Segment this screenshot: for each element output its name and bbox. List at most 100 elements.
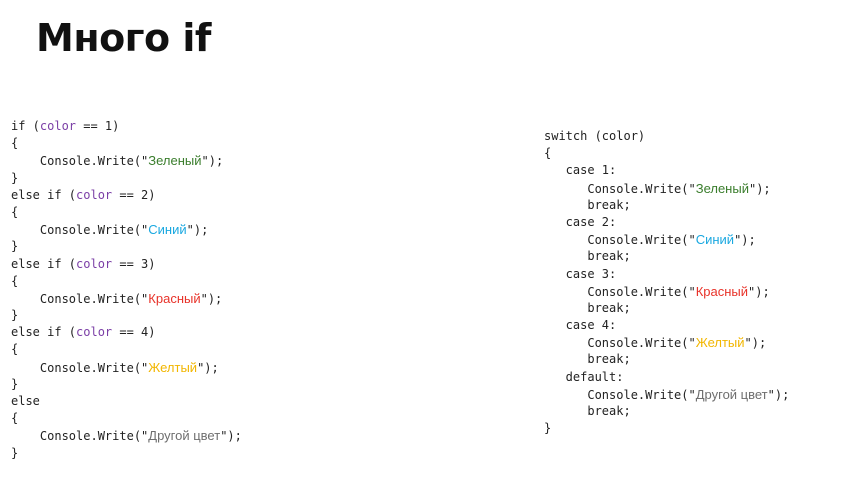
code-token: ");: [767, 387, 790, 402]
code-token: ");: [186, 223, 209, 238]
code-line: default:: [544, 369, 789, 386]
code-token: }: [11, 376, 19, 391]
code-token: else if (: [11, 325, 77, 340]
code-token: Console.Write(": [11, 291, 149, 306]
code-variable: color: [39, 119, 77, 133]
code-token: else if (: [11, 187, 77, 202]
string-literal: Желтый: [148, 359, 198, 375]
code-token: break;: [544, 404, 631, 418]
string-literal: Зеленый: [695, 180, 749, 196]
code-line: Console.Write("Другой цвет");: [544, 386, 789, 403]
code-variable: color: [76, 187, 113, 202]
code-line: Console.Write("Зеленый");: [11, 152, 242, 169]
code-line: Console.Write("Желтый");: [544, 334, 789, 351]
code-token: ");: [734, 233, 756, 248]
code-line: }: [11, 376, 242, 393]
code-line: case 2:: [544, 214, 789, 231]
code-line: {: [11, 204, 242, 221]
code-token: {: [11, 411, 19, 426]
slide-title: Много if: [36, 16, 211, 60]
code-line: {: [11, 410, 242, 427]
code-line: break;: [544, 300, 789, 317]
code-token: else: [11, 394, 40, 408]
string-literal: Другой цвет: [695, 386, 768, 402]
code-line: if (color == 1): [11, 118, 242, 135]
code-line: else if (color == 2): [11, 187, 242, 204]
code-line: break;: [544, 403, 789, 420]
code-line: case 1:: [544, 162, 789, 179]
code-token: break;: [544, 249, 631, 264]
code-line: }: [11, 307, 242, 324]
code-line: switch (color): [544, 128, 789, 145]
code-variable: color: [76, 256, 113, 271]
code-line: {: [544, 145, 789, 162]
code-token: {: [544, 146, 552, 161]
code-token: == 3): [112, 256, 156, 271]
code-line: }: [11, 238, 242, 255]
code-token: == 1): [76, 119, 120, 133]
code-token: case 3:: [544, 266, 617, 281]
code-line: {: [11, 135, 242, 152]
code-token: }: [544, 421, 552, 436]
code-line: }: [11, 170, 242, 187]
code-token: case 1:: [544, 163, 617, 178]
code-token: Console.Write(": [544, 336, 696, 351]
code-token: Console.Write(": [544, 387, 696, 402]
code-token: {: [11, 204, 19, 219]
code-token: ");: [748, 181, 771, 196]
code-token: ");: [744, 336, 767, 351]
code-token: ");: [200, 291, 223, 306]
code-line: break;: [544, 351, 789, 368]
code-line: else if (color == 3): [11, 256, 242, 273]
code-token: }: [11, 239, 19, 254]
code-line: Console.Write("Синий");: [11, 221, 242, 238]
code-line: Console.Write("Другой цвет");: [11, 427, 242, 444]
code-token: Console.Write(": [11, 360, 149, 375]
string-literal: Синий: [148, 222, 187, 238]
code-line: break;: [544, 197, 789, 214]
code-token: }: [11, 308, 19, 323]
code-token: break;: [544, 300, 631, 315]
string-literal: Красный: [695, 283, 749, 299]
code-token: break;: [544, 197, 631, 212]
code-line: case 3:: [544, 266, 789, 283]
code-line: {: [11, 273, 242, 290]
code-token: break;: [544, 352, 631, 367]
code-line: case 4:: [544, 317, 789, 334]
code-line: else if (color == 4): [11, 324, 242, 341]
code-token: else if (: [11, 256, 77, 271]
code-token: {: [11, 342, 19, 357]
code-token: case 4:: [544, 318, 617, 333]
code-line: break;: [544, 248, 789, 265]
string-literal: Синий: [695, 232, 735, 248]
code-token: Console.Write(": [11, 223, 149, 238]
code-line: Console.Write("Синий");: [544, 231, 789, 248]
string-literal: Желтый: [695, 335, 745, 351]
code-token: Console.Write(": [11, 429, 149, 444]
code-line: Console.Write("Зеленый");: [544, 180, 789, 197]
code-token: Console.Write(": [11, 154, 149, 169]
code-token: == 4): [112, 325, 156, 340]
code-token: {: [11, 136, 19, 151]
code-line: {: [11, 341, 242, 358]
code-token: default:: [544, 369, 624, 384]
code-token: }: [11, 445, 19, 460]
code-variable: color: [76, 325, 113, 340]
string-literal: Красный: [148, 290, 201, 306]
code-line: Console.Write("Красный");: [11, 290, 242, 307]
switch-code-block: switch (color){ case 1: Console.Write("З…: [544, 128, 789, 437]
string-literal: Зеленый: [148, 153, 202, 169]
code-token: == 2): [112, 187, 156, 202]
code-line: }: [11, 445, 242, 462]
code-line: Console.Write("Желтый");: [11, 359, 242, 376]
code-token: }: [11, 170, 19, 185]
code-token: ");: [197, 360, 219, 375]
code-token: {: [11, 273, 19, 288]
code-token: switch (color): [544, 129, 646, 143]
code-line: Console.Write("Красный");: [544, 283, 789, 300]
code-token: Console.Write(": [544, 181, 696, 196]
code-token: ");: [220, 429, 242, 444]
if-else-code-block: if (color == 1){ Console.Write("Зеленый"…: [11, 118, 242, 462]
code-line: }: [544, 420, 789, 437]
string-literal: Другой цвет: [148, 428, 221, 444]
